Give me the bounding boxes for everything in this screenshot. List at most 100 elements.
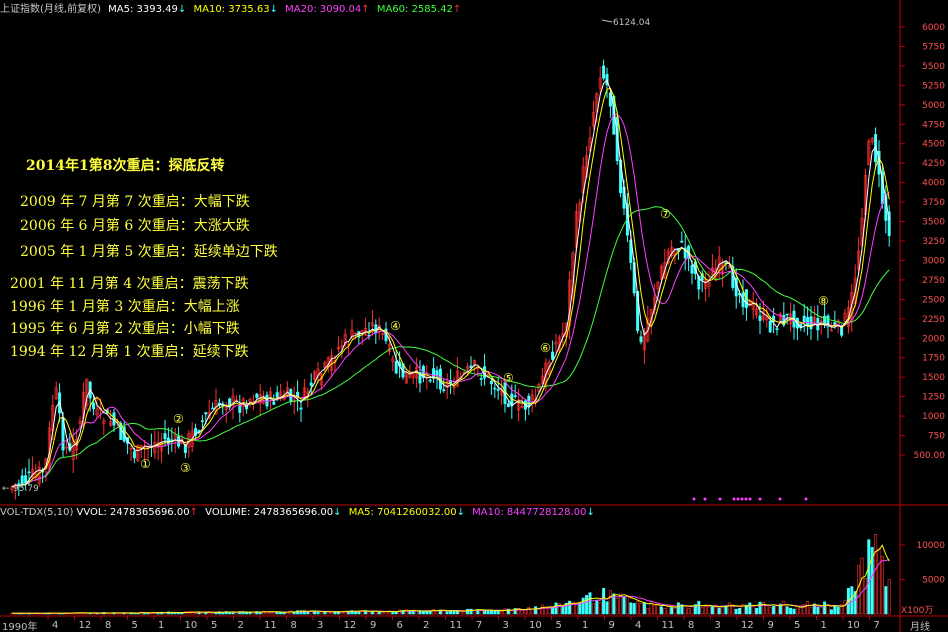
price-tick-label: 4000 — [922, 179, 945, 189]
price-tick-label: 1000 — [922, 412, 945, 422]
volume-bar — [863, 577, 867, 615]
vol-ma10-down-arrow-icon: ↓ — [586, 507, 595, 518]
candle-body — [690, 265, 694, 274]
cycle-marker-8: ⑧ — [818, 294, 829, 308]
candle-body — [768, 320, 772, 333]
annotation-line-7: 2009 年 7 月第 7 次重启：大幅下跌 — [20, 194, 250, 210]
time-tick-label: 9 — [609, 620, 615, 631]
volume-bar — [527, 607, 531, 615]
volume-bar — [792, 608, 796, 615]
volume-bar — [721, 606, 725, 615]
candle-body — [374, 324, 378, 334]
time-tick-label: 11 — [450, 620, 463, 631]
low-arrow-icon: ← — [2, 484, 10, 494]
chart-canvas[interactable]: 6000575055005250500047504500425040003750… — [0, 0, 948, 632]
candle-body — [211, 407, 215, 410]
candle-body — [166, 437, 170, 444]
price-tick-label: 6000 — [922, 23, 945, 33]
time-tick-label: 4 — [635, 620, 641, 631]
time-tick-label: 9 — [768, 620, 774, 631]
volume-axis: 10000 5000 — [900, 541, 945, 586]
time-tick-label: 8 — [105, 620, 111, 631]
volume-tick-label: 10000 — [916, 541, 945, 551]
volume-bar — [561, 606, 565, 615]
candle-body — [806, 317, 810, 327]
price-tick-label: 500.00 — [914, 451, 946, 461]
time-tick-label: 1 — [821, 620, 827, 631]
candle-body — [27, 471, 31, 474]
volume-bar — [772, 605, 776, 615]
volume-bar — [466, 608, 470, 615]
volume-bar — [683, 605, 687, 615]
annotation-line-1: 1994 年 12 月第 1 次重启：延续下跌 — [10, 344, 249, 360]
volume-readout: VOLUME: 2478365696.00 — [205, 507, 334, 518]
time-tick-label: 11 — [662, 620, 675, 631]
candle-body — [204, 412, 208, 415]
volume-bar — [738, 607, 742, 615]
price-tick-label: 4750 — [922, 120, 945, 130]
candle-body — [479, 378, 483, 380]
volume-bar — [292, 612, 296, 615]
volume-bar — [585, 595, 589, 615]
volume-bar — [639, 603, 643, 615]
volume-bars — [10, 533, 891, 615]
time-tick-label: 10 — [185, 620, 198, 631]
time-tick-label: 8 — [688, 620, 694, 631]
volume-bar — [615, 598, 619, 615]
candle-body — [639, 336, 643, 343]
volume-bar — [785, 606, 789, 615]
period-label: 月线 — [910, 622, 930, 632]
volume-bar — [595, 599, 599, 615]
volume-bar — [282, 612, 286, 615]
time-tick-label: 12 — [344, 620, 357, 631]
volume-bar — [823, 601, 827, 615]
volume-bar — [663, 608, 667, 615]
annotation-line-4: 2001 年 11 月第 4 次重启：震荡下跌 — [10, 276, 249, 292]
volume-bar — [319, 611, 323, 615]
candle-body — [272, 401, 276, 405]
volume-bar — [211, 612, 215, 615]
volume-bar — [700, 607, 704, 615]
time-tick-label: 10 — [529, 620, 542, 631]
volume-bar — [819, 607, 823, 615]
time-tick-label: 2 — [423, 620, 429, 631]
volume-bar — [425, 610, 429, 615]
vvol-readout: VVOL: 2478365696.00 — [76, 507, 190, 518]
volume-bar — [880, 556, 884, 615]
time-tick-label: 6 — [397, 620, 403, 631]
time-tick-label: 5 — [211, 620, 217, 631]
time-tick-label: 7 — [476, 620, 482, 631]
volume-bar — [676, 602, 680, 615]
price-tick-label: 2750 — [922, 276, 945, 286]
annotation-line-3: 1996 年 1 月第 3 次重启：大幅上涨 — [10, 299, 240, 315]
candle-body — [680, 240, 684, 243]
candle-body — [775, 328, 779, 330]
volume-bar — [789, 607, 793, 615]
volume-bar — [826, 604, 830, 615]
price-tick-label: 1750 — [922, 354, 945, 364]
candle-body — [299, 407, 303, 410]
volume-bar — [710, 606, 714, 615]
vol-ma5-readout: MA5: 7041260032.00 — [348, 507, 457, 518]
volume-bar — [323, 611, 327, 615]
candle-body — [513, 395, 517, 398]
volume-bar — [860, 557, 864, 615]
volume-bar — [884, 586, 888, 615]
volume-bar — [629, 602, 633, 615]
price-tick-label: 3250 — [922, 237, 945, 247]
annotation-line-2: 1995 年 6 月第 2 次重启：小幅下跌 — [10, 321, 240, 337]
volume-bar — [214, 612, 218, 615]
time-tick-label: 12 — [79, 620, 92, 631]
price-tick-label: 5000 — [922, 101, 945, 111]
volume-bar — [486, 609, 490, 615]
cycle-marker-2: ② — [173, 412, 184, 426]
volume-bar — [874, 533, 878, 615]
time-tick-label: 5 — [794, 620, 800, 631]
volume-bar — [765, 605, 769, 615]
volume-bar — [690, 606, 694, 615]
volume-bar — [687, 608, 691, 615]
volume-bar — [795, 605, 799, 615]
volume-bar — [867, 539, 871, 615]
volume-bar — [734, 608, 738, 615]
volume-bar — [843, 599, 847, 615]
